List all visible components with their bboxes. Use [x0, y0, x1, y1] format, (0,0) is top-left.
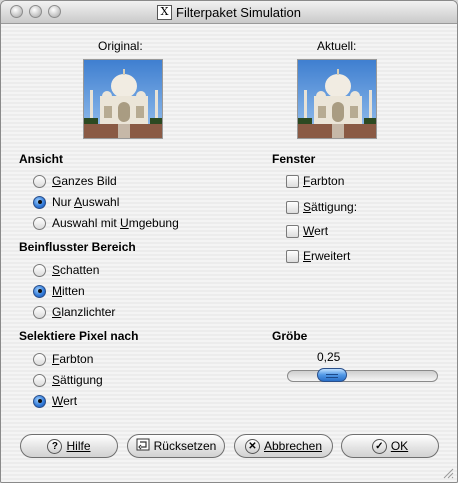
- cancel-label: Abbrechen: [263, 439, 323, 453]
- checkbox-wert[interactable]: Wert: [286, 222, 328, 240]
- radio-nur-auswahl[interactable]: Nur Auswahl: [33, 193, 119, 211]
- original-label: Original:: [98, 39, 143, 53]
- checkbox[interactable]: [286, 224, 299, 238]
- taj-mahal-original-picture: [84, 60, 162, 138]
- checkbox[interactable]: [286, 200, 299, 214]
- radio-label: Ganzes Bild: [52, 174, 117, 188]
- checkbox-label: Sättigung:: [303, 200, 358, 214]
- radio-label: Sättigung: [52, 373, 103, 387]
- radio-label: Nur Auswahl: [52, 195, 120, 209]
- ok-label: OK: [390, 439, 409, 453]
- radio-button[interactable]: [33, 263, 46, 277]
- cancel-button[interactable]: ✕ Abbrechen: [234, 434, 333, 458]
- help-label: Hilfe: [66, 439, 91, 453]
- radio-label: Auswahl mit Umgebung: [52, 216, 179, 230]
- radio-mitten[interactable]: Mitten: [33, 282, 85, 300]
- taj-mahal-current-picture: [298, 60, 376, 138]
- radio-button[interactable]: [33, 352, 46, 366]
- window-title: Filterpaket Simulation: [176, 5, 301, 21]
- radio-button[interactable]: [33, 216, 46, 230]
- radio-button-selected[interactable]: [33, 284, 46, 298]
- radio-button[interactable]: [33, 305, 46, 319]
- groebe-heading: Gröbe: [272, 329, 308, 343]
- help-button[interactable]: ? Hilfe: [20, 434, 118, 458]
- reset-label: Rücksetzen: [153, 439, 217, 453]
- checkbox-label: Erweitert: [303, 249, 351, 263]
- current-label: Aktuell:: [317, 39, 357, 53]
- radio-saettigung[interactable]: Sättigung: [33, 371, 103, 389]
- radio-button[interactable]: [33, 373, 46, 387]
- ok-button[interactable]: ✓ OK: [341, 434, 439, 458]
- checkbox-label: Wert: [303, 224, 329, 238]
- radio-auswahl-mit-umgebung[interactable]: Auswahl mit Umgebung: [33, 214, 179, 232]
- checkbox-saettigung[interactable]: Sättigung:: [286, 198, 357, 216]
- question-icon: ?: [47, 438, 63, 454]
- checkbox-erweitert[interactable]: Erweitert: [286, 247, 350, 265]
- radio-label: Mitten: [52, 284, 85, 298]
- reset-button[interactable]: Rücksetzen: [127, 434, 225, 458]
- bereich-heading: Beinflusster Bereich: [19, 240, 136, 254]
- radio-label: Farbton: [52, 352, 94, 366]
- groebe-value: 0,25: [317, 350, 341, 364]
- current-preview-image: [297, 59, 377, 139]
- radio-schatten[interactable]: Schatten: [33, 261, 99, 279]
- radio-wert[interactable]: Wert: [33, 392, 77, 410]
- title: X Filterpaket Simulation: [1, 4, 457, 21]
- cancel-x-icon: ✕: [244, 438, 260, 454]
- radio-button-selected[interactable]: [33, 195, 46, 209]
- radio-button-selected[interactable]: [33, 394, 46, 408]
- resize-grip-icon[interactable]: [442, 467, 454, 479]
- fenster-heading: Fenster: [272, 152, 316, 166]
- groebe-slider-track[interactable]: [287, 370, 438, 382]
- radio-ganzes-bild[interactable]: Ganzes Bild: [33, 172, 117, 190]
- radio-button[interactable]: [33, 174, 46, 188]
- radio-label: Glanzlichter: [52, 305, 116, 319]
- checkmark-icon: ✓: [371, 438, 387, 454]
- radio-label: Schatten: [52, 263, 100, 277]
- original-preview-image: [83, 59, 163, 139]
- checkbox[interactable]: [286, 249, 299, 263]
- title-bar[interactable]: X Filterpaket Simulation: [1, 1, 457, 24]
- pixel-heading: Selektiere Pixel nach: [19, 329, 139, 343]
- checkbox-label: Farbton: [303, 174, 345, 188]
- ansicht-heading: Ansicht: [19, 152, 64, 166]
- checkbox[interactable]: [286, 174, 299, 188]
- reset-icon: [136, 438, 151, 455]
- radio-farbton[interactable]: Farbton: [33, 350, 93, 368]
- dialog-content: Original: Aktuell: Ansicht Ganzes Bild N…: [1, 24, 457, 482]
- radio-glanzlichter[interactable]: Glanzlichter: [33, 303, 115, 321]
- x11-app-icon: X: [157, 5, 172, 21]
- radio-label: Wert: [52, 394, 78, 408]
- dialog-window: X Filterpaket Simulation Original: Aktuel…: [0, 0, 458, 483]
- checkbox-farbton[interactable]: Farbton: [286, 172, 344, 190]
- groebe-slider-knob[interactable]: [317, 368, 347, 382]
